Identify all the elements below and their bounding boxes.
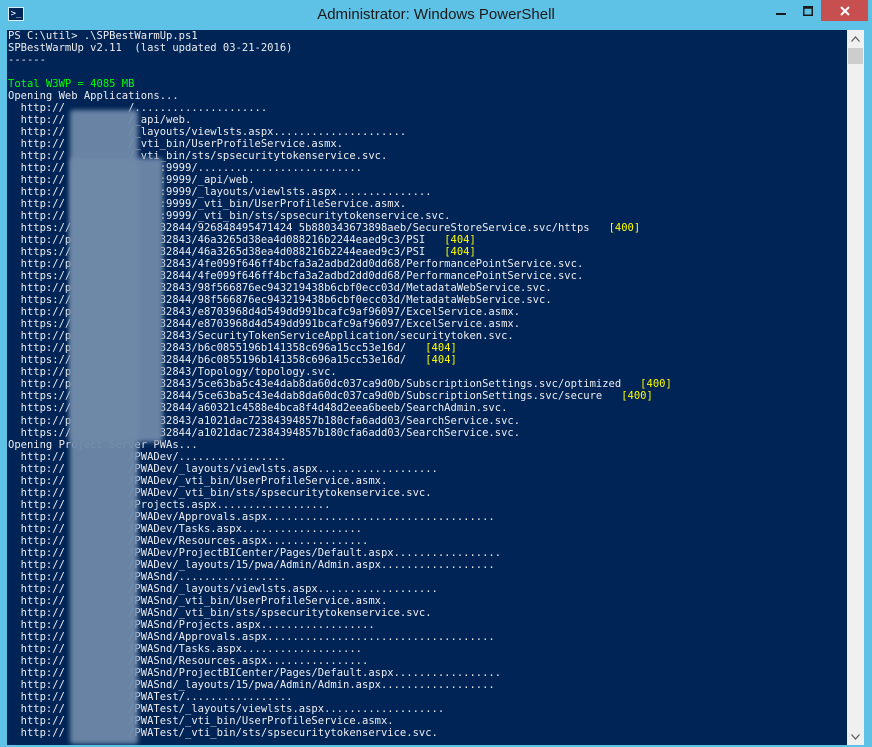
- console-line-text: http:// /PWADev/Tasks.aspx..............…: [8, 522, 363, 535]
- http-status-tag: [404]: [425, 354, 457, 367]
- console-line-text: Opening Web Applications...: [8, 90, 179, 103]
- http-status-tag: [404]: [444, 246, 476, 259]
- console-line-text: https:// 32844/b6c0855196b141358c696a15c…: [8, 354, 407, 367]
- console-line-text: ------: [8, 54, 46, 67]
- console-line: Opening Web Applications...: [8, 90, 672, 102]
- console-line-text: http:// /PWADev/_vti_bin/UserProfileServ…: [8, 474, 388, 487]
- powershell-window: >_ Administrator: Windows PowerShell PS …: [0, 0, 872, 747]
- minimize-icon: [775, 12, 786, 15]
- console-output[interactable]: PS C:\util> .\SPBestWarmUp.ps1 SPBestWarm…: [7, 30, 847, 745]
- console-line-text: http:// :9999/_vti_bin/UserProfileServic…: [8, 198, 407, 211]
- console-line-text: http:// /PWASnd/Projects.aspx...........…: [8, 618, 375, 631]
- close-icon: [839, 5, 850, 16]
- scroll-down-icon: [851, 733, 860, 740]
- scroll-up-icon: [851, 35, 860, 42]
- vertical-scrollbar[interactable]: [847, 30, 864, 745]
- console-line-text: Total W3WP = 4085 MB: [8, 78, 135, 91]
- http-status-tag: [400]: [608, 222, 641, 235]
- console-line-text: http:// /_vti_bin/sts/spsecuritytokenser…: [8, 150, 388, 163]
- console-line-text: http:// :9999/..........................: [8, 162, 363, 175]
- console-line-text: http:// /Projects.aspx..................: [8, 498, 331, 511]
- console-line-text: http:// /PWADev/Resources.aspx..........…: [8, 534, 369, 547]
- redaction-blur: [70, 158, 163, 442]
- console-line-text: http:// /PWATest/.................: [8, 690, 293, 703]
- http-status-tag: [400]: [621, 390, 653, 403]
- console-line-text: http:// /PWATest/_vti_bin/UserProfileSer…: [8, 714, 394, 727]
- maximize-button[interactable]: [794, 0, 821, 21]
- http-status-tag: [404]: [444, 234, 476, 247]
- console-line-text: http:// /_layouts/viewlsts.aspx.........…: [8, 126, 407, 139]
- window-title: Administrator: Windows PowerShell: [317, 6, 555, 23]
- console-line-text: http:// /PWASnd/Resources.aspx..........…: [8, 654, 369, 667]
- http-status-tag: [400]: [640, 378, 672, 391]
- console-line: PS C:\util> .\SPBestWarmUp.ps1: [8, 30, 672, 42]
- scroll-up-button[interactable]: [847, 30, 864, 47]
- console-line: Total W3WP = 4085 MB: [8, 78, 672, 90]
- console-line-text: http://p 32843/Topology/topology.svc.: [8, 366, 337, 379]
- console-line-text: http:// /PWASnd/_vti_bin/UserProfileServ…: [8, 594, 388, 607]
- console-line-text: http:// /PWADev/.................: [8, 450, 287, 463]
- maximize-icon: [802, 5, 813, 16]
- minimize-button[interactable]: [767, 0, 794, 21]
- title-bar[interactable]: >_ Administrator: Windows PowerShell: [0, 0, 872, 30]
- console-line-text: PS C:\util> .\SPBestWarmUp.ps1: [8, 30, 198, 42]
- console-line-text: http:// /PWASnd/.................: [8, 570, 287, 583]
- scroll-down-button[interactable]: [847, 728, 864, 745]
- close-button[interactable]: [821, 0, 868, 21]
- scroll-thumb[interactable]: [848, 48, 863, 64]
- console-line-text: http:// /_vti_bin/UserProfileService.asm…: [8, 138, 344, 151]
- http-status-tag: [404]: [425, 342, 457, 355]
- console-line-text: http://p 32843/b6c0855196b141358c696a15c…: [8, 342, 407, 355]
- console-line-text: SPBestWarmUp v2.11 (last updated 03-21-2…: [8, 42, 293, 55]
- console-line: SPBestWarmUp v2.11 (last updated 03-21-2…: [8, 42, 672, 54]
- console-line-text: http:// /PWASnd/Tasks.aspx..............…: [8, 642, 363, 655]
- console-line: ------: [8, 54, 672, 66]
